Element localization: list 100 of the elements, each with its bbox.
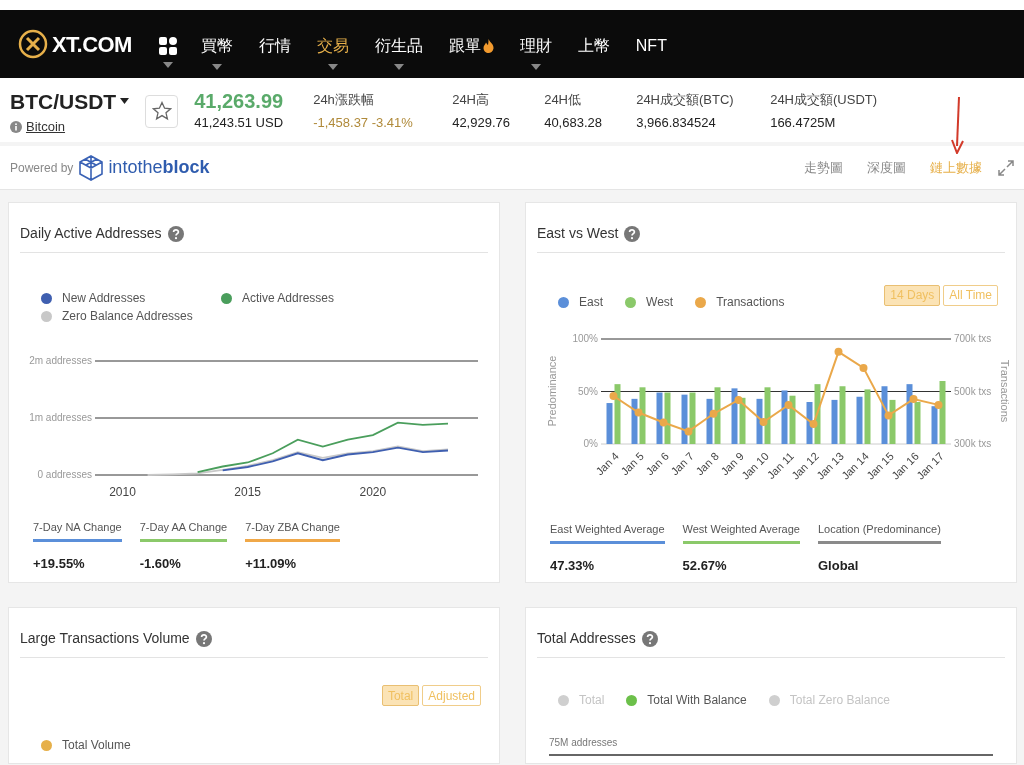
price-usd: 41,243.51 USD [194, 114, 284, 133]
flame-icon [482, 39, 494, 53]
help-icon [624, 225, 641, 242]
stat-value: +19.55% [33, 554, 86, 573]
axis-label: 100% [572, 333, 598, 344]
legend-label[interactable]: Active Addresses [242, 289, 335, 307]
caret-down-icon [530, 64, 541, 70]
stat-value: 3,966.834524 [636, 114, 717, 132]
pair-name[interactable]: BTC/USDT [10, 85, 117, 117]
stat-label: 7-Day ZBA Change [245, 519, 340, 542]
card-title: Total Addresses [537, 629, 636, 648]
info-icon [10, 120, 22, 133]
stat-value: -1.60% [139, 554, 182, 573]
card-title: Large Transactions Volume [20, 629, 190, 648]
data-point [884, 411, 893, 420]
data-point [659, 418, 668, 427]
data-point [934, 400, 943, 409]
data-point [784, 400, 793, 409]
nav-link[interactable]: 理財 [519, 34, 552, 58]
stat-value: Global [818, 556, 860, 575]
axis-label: 500k txs [954, 385, 992, 397]
stat-label: Location (Predominance) [818, 521, 941, 544]
stat-label: 24H成交額(USDT) [770, 90, 879, 109]
stat-label: 24h漲跌幅 [313, 90, 375, 109]
cube-logo-icon [79, 154, 104, 181]
axis-label: 1m addresses [29, 412, 92, 423]
axis-label: Jan 4 [593, 449, 621, 478]
data-point [759, 417, 768, 426]
axis-label: 0 addresses [37, 469, 92, 480]
legend-label[interactable]: Total Volume [62, 736, 131, 754]
axis-label: 2015 [234, 485, 262, 499]
caret-down-icon [393, 64, 404, 70]
axis-label: 2m addresses [29, 355, 92, 366]
help-icon [167, 225, 184, 242]
favorite-button[interactable] [145, 94, 179, 128]
stat-value: +11.09% [245, 554, 298, 573]
nav-link[interactable]: 行情 [258, 34, 291, 58]
apps-grid-icon [157, 36, 178, 56]
data-point [809, 420, 818, 429]
stat-value: 166.4725M [770, 114, 837, 132]
annotation-arrow-drawing [951, 96, 965, 154]
stat-value: 42,929.76 [452, 114, 511, 132]
nav-link[interactable]: NFT [635, 34, 667, 58]
data-point [834, 347, 843, 356]
data-point [709, 409, 718, 418]
legend-label[interactable]: Total With Balance [647, 691, 747, 709]
legend-label[interactable]: Transactions [716, 293, 785, 311]
logo-text: XT.COM [52, 30, 132, 59]
axis-label: 50% [578, 385, 598, 397]
data-point [684, 427, 693, 436]
stat-value: 40,683.28 [544, 114, 603, 132]
card-title: Daily Active Addresses [20, 224, 162, 243]
axis-label: 2010 [109, 485, 136, 499]
axis-label: Jan 8 [693, 449, 721, 478]
axis-label: Jan 6 [643, 449, 671, 478]
stat-label: West Weighted Average [682, 521, 800, 544]
axis-label: 0% [583, 438, 598, 449]
x-coin-icon [18, 29, 48, 59]
stat-label: East Weighted Average [550, 521, 665, 544]
axis-label: 300k txs [954, 438, 992, 449]
nav-link[interactable]: 上幣 [577, 34, 610, 58]
view-tab[interactable]: 走勢圖 [804, 157, 843, 178]
caret-down-icon [162, 62, 173, 68]
axis-title: Predominance [546, 355, 558, 427]
stat-label: 24H成交額(BTC) [636, 90, 735, 109]
coin-link[interactable]: Bitcoin [26, 117, 66, 137]
card-title: East vs West [537, 224, 619, 243]
last-price: 41,263.99 [194, 89, 284, 114]
data-point [859, 363, 868, 372]
powered-by-text: Powered by [10, 159, 74, 177]
data-point [634, 408, 643, 417]
expand-icon [998, 159, 1014, 176]
legend-label[interactable]: East [579, 293, 603, 311]
caret-down-icon [327, 64, 338, 70]
nav-link[interactable]: 衍生品 [374, 34, 423, 58]
help-icon [195, 630, 212, 647]
stat-label: 7-Day AA Change [139, 519, 228, 542]
axis-label: 2020 [359, 485, 387, 499]
help-icon [641, 630, 658, 647]
nav-link[interactable]: 交易 [316, 34, 349, 58]
legend-label[interactable]: New Addresses [62, 289, 146, 307]
caret-down-icon [120, 98, 130, 105]
brand-name: intotheblock [108, 156, 210, 179]
stat-label: 24H低 [544, 90, 582, 109]
legend-label[interactable]: West [646, 293, 674, 311]
axis-label: Jan 5 [618, 449, 646, 478]
legend-label[interactable]: Zero Balance Addresses [62, 307, 193, 325]
view-tab[interactable]: 深度圖 [867, 157, 906, 178]
axis-label: 700k txs [954, 333, 992, 344]
stat-label: 7-Day NA Change [33, 519, 122, 542]
stat-value: 52.67% [682, 556, 728, 575]
nav-link[interactable]: 跟單 [448, 34, 481, 58]
stat-label: 24H高 [452, 90, 490, 109]
axis-label: Jan 7 [668, 449, 696, 478]
nav-link[interactable]: 買幣 [200, 34, 233, 58]
data-point [909, 395, 918, 404]
data-point [734, 395, 743, 404]
star-icon [151, 101, 172, 121]
caret-down-icon [211, 64, 222, 70]
data-point [609, 391, 618, 400]
